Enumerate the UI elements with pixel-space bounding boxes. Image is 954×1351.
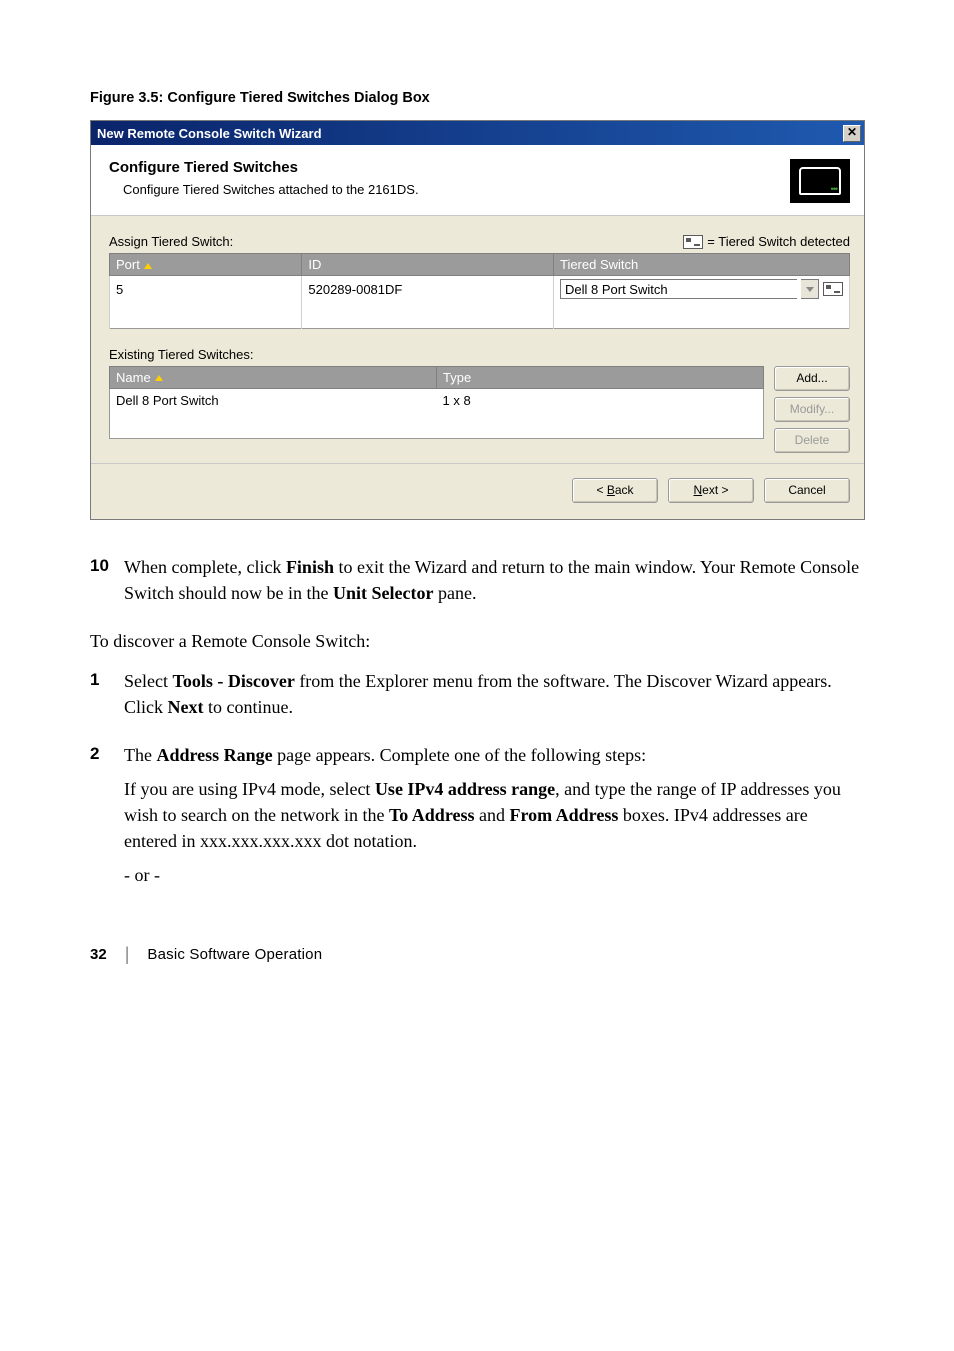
page-footer: 32 | Basic Software Operation (90, 944, 864, 965)
existing-table: Name Type Dell 8 Port Switch 1 x 8 (109, 366, 764, 439)
add-button[interactable]: Add... (774, 366, 850, 391)
back-button[interactable]: < Back (572, 478, 658, 503)
dialog-subheading: Configure Tiered Switches attached to th… (123, 182, 419, 197)
legend-text: = Tiered Switch detected (707, 234, 850, 249)
table-empty-area (110, 302, 850, 328)
back-mnemonic: B (607, 483, 615, 497)
sort-asc-icon (144, 263, 152, 269)
dialog-header: Configure Tiered Switches Configure Tier… (91, 145, 864, 216)
next-mnemonic: N (693, 483, 702, 497)
cell-port: 5 (110, 276, 302, 303)
titlebar: New Remote Console Switch Wizard ✕ (91, 121, 864, 145)
assign-label: Assign Tiered Switch: (109, 234, 233, 249)
window-title: New Remote Console Switch Wizard (97, 126, 322, 141)
back-pre: < (596, 483, 606, 497)
col-name[interactable]: Name (110, 366, 437, 388)
cell-tiered-switch: Dell 8 Port Switch (553, 276, 849, 303)
step-number: 2 (90, 742, 124, 896)
table-row[interactable]: Dell 8 Port Switch 1 x 8 (110, 388, 764, 438)
legend: = Tiered Switch detected (683, 234, 850, 249)
col-type[interactable]: Type (437, 366, 764, 388)
back-post: ack (615, 483, 634, 497)
sort-asc-icon (155, 375, 163, 381)
cell-id: 520289-0081DF (302, 276, 554, 303)
cell-name: Dell 8 Port Switch (110, 388, 437, 438)
dialog-footer: < Back Next > Cancel (91, 463, 864, 519)
delete-button: Delete (774, 428, 850, 453)
next-post: ext > (702, 483, 728, 497)
wizard-dialog: New Remote Console Switch Wizard ✕ Confi… (90, 120, 865, 520)
col-name-label: Name (116, 370, 151, 385)
footer-section-label: Basic Software Operation (147, 946, 322, 963)
table-row: 5 520289-0081DF Dell 8 Port Switch (110, 276, 850, 303)
step-10-text: When complete, click Finish to exit the … (124, 554, 864, 614)
step-1-text: Select Tools - Discover from the Explore… (124, 668, 864, 728)
next-button[interactable]: Next > (668, 478, 754, 503)
col-id[interactable]: ID (302, 254, 554, 276)
tiered-switch-detected-icon (823, 282, 843, 296)
footer-separator: | (125, 944, 130, 965)
intro-paragraph: To discover a Remote Console Switch: (90, 628, 864, 654)
step-number: 1 (90, 668, 124, 728)
col-port-label: Port (116, 257, 140, 272)
figure-caption: Figure 3.5: Configure Tiered Switches Di… (90, 90, 864, 106)
close-button[interactable]: ✕ (843, 125, 861, 142)
step-2-text: The Address Range page appears. Complete… (124, 742, 864, 896)
tiered-switch-dropdown[interactable] (801, 279, 819, 299)
step-number: 10 (90, 554, 124, 614)
cell-type: 1 x 8 (437, 388, 764, 438)
tiered-switch-icon (683, 235, 703, 249)
existing-label: Existing Tiered Switches: (109, 347, 850, 362)
col-port[interactable]: Port (110, 254, 302, 276)
cancel-button[interactable]: Cancel (764, 478, 850, 503)
wizard-logo-icon (790, 159, 850, 203)
col-tiered-switch[interactable]: Tiered Switch (553, 254, 849, 276)
tiered-switch-value: Dell 8 Port Switch (560, 279, 797, 299)
page-number: 32 (90, 946, 107, 963)
modify-button: Modify... (774, 397, 850, 422)
assign-table: Port ID Tiered Switch 5 520289-0081DF (109, 253, 850, 329)
dialog-heading: Configure Tiered Switches (109, 159, 419, 176)
